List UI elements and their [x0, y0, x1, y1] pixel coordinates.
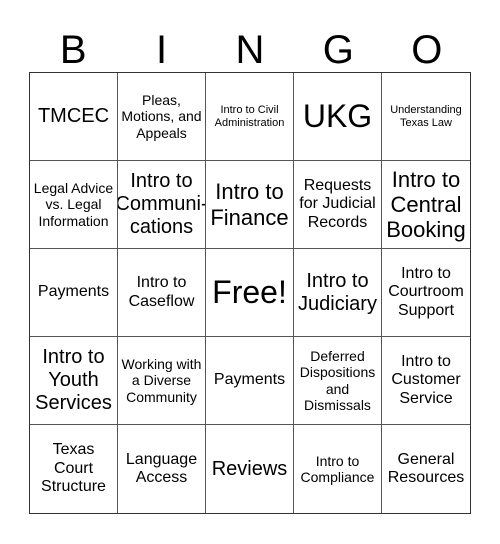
bingo-cell[interactable]: Intro to Customer Service — [382, 337, 470, 425]
bingo-cell[interactable]: Intro to Finance — [206, 161, 294, 249]
bingo-cell[interactable]: Working with a Diverse Community — [118, 337, 206, 425]
header-letter-g: G — [322, 28, 354, 72]
bingo-cell[interactable]: Language Access — [118, 425, 206, 513]
bingo-cell[interactable]: Intro to Compliance — [294, 425, 382, 513]
bingo-cell[interactable]: General Resources — [382, 425, 470, 513]
bingo-cell[interactable]: Deferred Dispositions and Dismissals — [294, 337, 382, 425]
header-letter-o: O — [411, 28, 443, 72]
bingo-cell[interactable]: Reviews — [206, 425, 294, 513]
header-letter-i: I — [156, 28, 168, 72]
header-letter-n: N — [235, 28, 265, 72]
bingo-header: B I N G O — [29, 28, 471, 72]
bingo-cell[interactable]: Intro to Youth Services — [30, 337, 118, 425]
bingo-cell[interactable]: Requests for Judicial Records — [294, 161, 382, 249]
bingo-cell[interactable]: Intro to Communi-cations — [118, 161, 206, 249]
bingo-cell[interactable]: Payments — [206, 337, 294, 425]
bingo-cell[interactable]: Legal Advice vs. Legal Information — [30, 161, 118, 249]
bingo-cell[interactable]: TMCEC — [30, 73, 118, 161]
header-letter-b: B — [59, 28, 87, 72]
free-space-cell[interactable]: Free! — [206, 249, 294, 337]
bingo-cell[interactable]: Intro to Civil Administration — [206, 73, 294, 161]
bingo-cell[interactable]: Intro to Judiciary — [294, 249, 382, 337]
bingo-cell[interactable]: Intro to Courtroom Support — [382, 249, 470, 337]
bingo-cell[interactable]: Texas Court Structure — [30, 425, 118, 513]
bingo-cell[interactable]: UKG — [294, 73, 382, 161]
bingo-cell[interactable]: Intro to Central Booking — [382, 161, 470, 249]
bingo-cell[interactable]: Understanding Texas Law — [382, 73, 470, 161]
bingo-cell[interactable]: Intro to Caseflow — [118, 249, 206, 337]
bingo-cell[interactable]: Pleas, Motions, and Appeals — [118, 73, 206, 161]
bingo-card-grid: TMCEC Pleas, Motions, and Appeals Intro … — [29, 72, 471, 514]
bingo-cell[interactable]: Payments — [30, 249, 118, 337]
